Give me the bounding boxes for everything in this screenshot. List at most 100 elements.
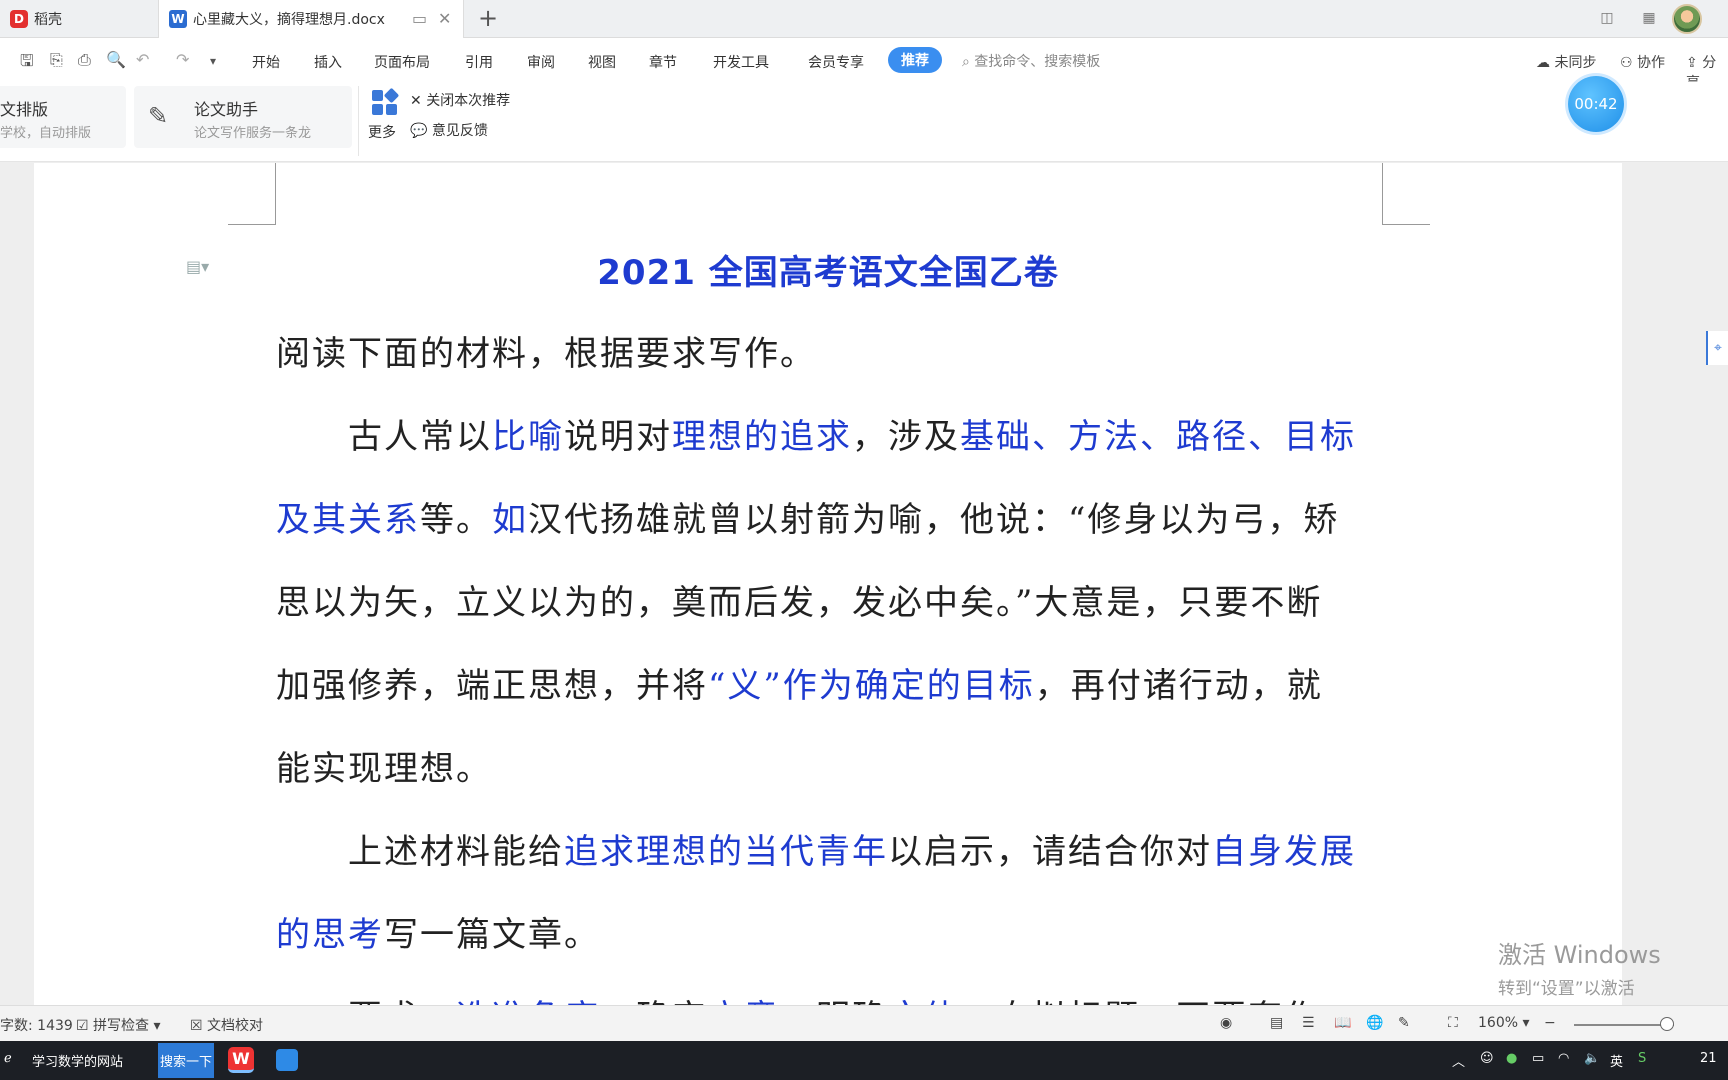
thesis-assistant-card[interactable]: ✎ 论文助手 论文写作服务一条龙 [134,86,352,148]
check-icon: ☑ [76,1018,94,1034]
activate-title: 激活 Windows [1498,941,1661,969]
new-tab-icon[interactable]: + [478,4,498,32]
crop-mark-left [228,163,276,225]
highlighted-text: “义”作为确定的目标 [708,666,1035,706]
close-tab-icon[interactable]: ✕ [438,9,451,28]
fit-page-icon[interactable]: ⛶ [1448,1015,1458,1031]
reading-view-icon[interactable]: 📖 [1334,1015,1351,1031]
zoom-slider-handle[interactable] [1660,1017,1674,1031]
volume-icon[interactable]: 🔈 [1584,1051,1600,1066]
status-bar: 字数: 1439 ☑ 拼写检查 ▾ ☒ 文档校对 ◉ ▤ ☰ 📖 🌐 ✎ ⛶ 1… [0,1005,1728,1041]
tab-label: 心里藏大义，摘得理想月.docx [193,12,385,28]
menu-recommend[interactable]: 推荐 [888,47,942,73]
close-recommend-button[interactable]: ✕ 关闭本次推荐 [410,90,510,110]
avatar[interactable] [1672,4,1702,34]
body-text: 说明对 [564,417,672,457]
tray-360-icon[interactable]: ● [1506,1051,1517,1066]
wifi-icon[interactable]: ◠ [1558,1051,1569,1066]
divider [358,86,359,156]
collab-button[interactable]: ⚇ 协作 [1620,52,1665,72]
body-text: 要求： [276,998,456,1005]
location-pin-icon[interactable]: ⌖ [1706,331,1728,365]
highlighted-text: 立意 [708,998,780,1005]
document-line: 古人常以比喻说明对理想的追求，涉及基础、方法、路径、目标 [276,396,1384,479]
menu-references[interactable]: 引用 [465,52,493,72]
customize-chevron-icon[interactable]: ▾ [210,54,216,68]
document-page[interactable]: ▤▾ 2021 全国高考语文全国乙卷 阅读下面的材料，根据要求写作。 古人常以比… [34,163,1622,1005]
zoom-out-icon[interactable]: − [1544,1015,1556,1031]
highlighted-text: 选准角度 [456,998,600,1005]
menu-member[interactable]: 会员专享 [808,52,864,72]
word-count[interactable]: 字数: 1439 [0,1015,73,1035]
menu-developer[interactable]: 开发工具 [713,52,769,72]
apps-grid-icon[interactable]: ▦ [1638,8,1660,28]
print-icon[interactable]: ⎙ [78,50,91,70]
document-line: 能实现理想。 [276,728,1384,811]
body-text: 上述材料能给 [276,832,564,872]
document-line: 要求：选准角度，确定立意，明确文体，自拟标题；不要套作 [276,977,1384,1005]
undo-icon[interactable]: ↶ [136,50,149,69]
command-search[interactable]: ⌕ 查找命令、搜索模板 [962,51,1100,71]
body-text: 以启示，请结合你对 [888,832,1212,872]
zoom-slider[interactable] [1574,1024,1674,1026]
document-workspace: ▤▾ 2021 全国高考语文全国乙卷 阅读下面的材料，根据要求写作。 古人常以比… [0,163,1728,1005]
search-placeholder: 查找命令、搜索模板 [974,54,1101,70]
web-view-icon[interactable]: 🌐 [1366,1015,1383,1031]
clock[interactable]: 21 [1700,1051,1717,1066]
tray-expand-icon[interactable]: ︿ [1452,1051,1465,1070]
chat-icon: 💬 [410,123,432,139]
page-view-icon[interactable]: ▤ [1270,1015,1283,1031]
sync-status[interactable]: ☁ 未同步 [1536,52,1596,72]
close-icon: ✕ [410,93,427,109]
tray-app-icon[interactable]: ☺ [1480,1051,1494,1066]
wps-taskbar-icon[interactable]: W [228,1047,254,1073]
menu-layout[interactable]: 页面布局 [374,52,430,72]
cloud-icon: ☁ [1536,55,1555,71]
document-line: 加强修养，端正思想，并将“义”作为确定的目标，再付诸行动，就 [276,645,1384,728]
spell-check-button[interactable]: ☑ 拼写检查 ▾ [76,1015,161,1035]
eye-protection-icon[interactable]: ◉ [1220,1015,1232,1031]
menu-view[interactable]: 视图 [588,52,616,72]
proofread-icon: ☒ [190,1018,208,1034]
save-icon[interactable]: 🖫 [20,50,34,77]
app-taskbar-icon[interactable] [276,1049,298,1071]
recording-timer[interactable]: 00:42 [1568,76,1624,132]
menu-start[interactable]: 开始 [252,52,280,72]
battery-icon[interactable]: ▭ [1532,1051,1544,1066]
card-subtitle: 论文写作服务一条龙 [194,126,312,141]
zoom-label: 160% [1478,1015,1519,1031]
docer-logo-icon: D [10,10,28,28]
more-apps-icon[interactable] [372,87,400,116]
browser-icon[interactable]: ℯ [4,1051,12,1066]
search-icon: ⌕ [962,54,975,70]
zoom-level[interactable]: 160% ▾ [1478,1015,1530,1031]
outline-view-icon[interactable]: ☰ [1302,1015,1315,1031]
menu-review[interactable]: 审阅 [527,52,555,72]
print-preview-icon[interactable]: 🔍 [106,50,126,69]
tab-docer[interactable]: D 稻壳 [0,0,155,38]
crop-mark-right [1382,163,1430,225]
more-label[interactable]: 更多 [368,122,396,142]
person-add-icon: ⚇ [1620,55,1638,71]
menu-insert[interactable]: 插入 [314,52,342,72]
tab-label: 稻壳 [34,12,62,28]
feedback-button[interactable]: 💬 意见反馈 [410,120,488,140]
proofread-button[interactable]: ☒ 文档校对 [190,1015,263,1035]
taskbar-search-button[interactable]: 搜索一下 [158,1043,214,1078]
redo-icon[interactable]: ↷ [176,50,189,69]
export-icon[interactable]: ⎘ [50,50,63,70]
auto-layout-card[interactable]: 文排版 学校，自动排版 [0,86,126,148]
ime-indicator[interactable]: 英 [1610,1051,1623,1070]
layout-switch-icon[interactable]: ◫ [1596,8,1618,28]
menu-section[interactable]: 章节 [649,52,677,72]
body-text: ，自拟标题；不要套作 [960,998,1320,1005]
card-title: 论文助手 [194,100,259,119]
write-mode-icon[interactable]: ✎ [1398,1015,1410,1031]
browser-search-text[interactable]: 学习数学的网站 [32,1051,123,1070]
sogou-icon[interactable]: S [1638,1051,1646,1066]
highlighted-text: 自身发展 [1212,832,1356,872]
wps-writer-icon: W [169,10,187,28]
highlighted-text: 追求理想的当代青年 [564,832,888,872]
feedback-label: 意见反馈 [431,123,488,139]
float-window-icon[interactable]: ▭ [412,9,427,28]
